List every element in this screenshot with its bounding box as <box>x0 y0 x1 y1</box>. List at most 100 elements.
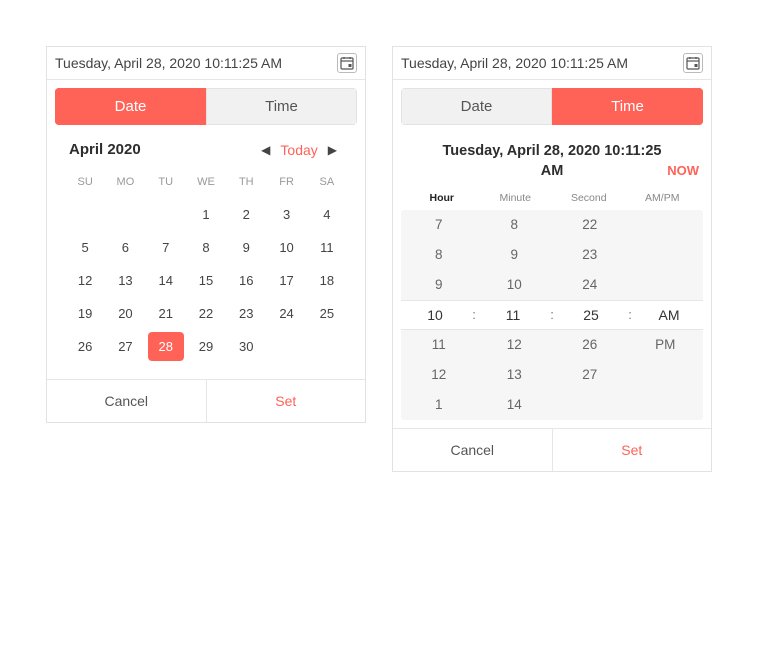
weekday-label: SU <box>65 168 105 198</box>
hour-option[interactable]: 1 <box>435 390 443 420</box>
time-selected-band: 10 : 11 : 25 : AM <box>401 300 703 330</box>
calendar-day[interactable]: 11 <box>307 231 347 264</box>
calendar-empty <box>266 330 306 363</box>
calendar-day[interactable]: 1 <box>186 198 226 231</box>
cancel-button[interactable]: Cancel <box>393 429 553 471</box>
calendar-day[interactable]: 17 <box>266 264 306 297</box>
weekday-label: MO <box>105 168 145 198</box>
calendar-row: 19202122232425 <box>65 297 347 330</box>
calendar-day[interactable]: 22 <box>186 297 226 330</box>
calendar-day[interactable]: 5 <box>65 231 105 264</box>
calendar-day[interactable]: 18 <box>307 264 347 297</box>
col-ampm-label[interactable]: AM/PM <box>626 192 700 204</box>
next-arrow-icon[interactable]: ▶ <box>322 143 343 157</box>
calendar-day[interactable]: 21 <box>146 297 186 330</box>
time-title-line2: AM <box>541 163 564 179</box>
colon-icon: : <box>469 307 479 322</box>
datetime-picker-time: Tuesday, April 28, 2020 10:11:25 AM Date… <box>392 46 712 472</box>
col-second-label[interactable]: Second <box>552 192 626 204</box>
second-option[interactable]: 27 <box>582 360 597 390</box>
header-text: Tuesday, April 28, 2020 10:11:25 AM <box>401 55 683 71</box>
calendar-day[interactable]: 28 <box>148 332 184 361</box>
tab-time[interactable]: Time <box>206 88 357 125</box>
calendar-day[interactable]: 10 <box>266 231 306 264</box>
sel-minute[interactable]: 11 <box>479 307 547 323</box>
colon-icon: : <box>547 307 557 322</box>
time-spinner: 7891011121 891011121314 222324252627 AMP… <box>401 210 703 420</box>
hour-option[interactable]: 11 <box>432 330 446 360</box>
header: Tuesday, April 28, 2020 10:11:25 AM <box>47 47 365 80</box>
month-label: April 2020 <box>69 141 255 158</box>
second-option[interactable]: 26 <box>582 330 597 360</box>
time-title: Tuesday, April 28, 2020 10:11:25 AM <box>405 141 699 182</box>
calendar-day[interactable]: 14 <box>146 264 186 297</box>
prev-arrow-icon[interactable]: ◀ <box>255 143 276 157</box>
tab-time[interactable]: Time <box>552 88 703 125</box>
calendar-day[interactable]: 26 <box>65 330 105 363</box>
header-text: Tuesday, April 28, 2020 10:11:25 AM <box>55 55 337 71</box>
sel-ampm[interactable]: AM <box>635 307 703 323</box>
time-title-row: Tuesday, April 28, 2020 10:11:25 AM NOW <box>393 133 711 182</box>
hour-option[interactable]: 12 <box>431 360 446 390</box>
calendar-day[interactable]: 27 <box>105 330 145 363</box>
minute-option[interactable]: 14 <box>507 390 522 420</box>
set-button[interactable]: Set <box>553 429 712 471</box>
calendar-day[interactable]: 6 <box>105 231 145 264</box>
footer: Cancel Set <box>393 428 711 471</box>
minute-option[interactable]: 10 <box>507 270 522 300</box>
cancel-button[interactable]: Cancel <box>47 380 207 422</box>
today-link[interactable]: Today <box>276 142 321 158</box>
calendar-day[interactable]: 19 <box>65 297 105 330</box>
footer: Cancel Set <box>47 379 365 422</box>
hour-option[interactable]: 7 <box>435 210 443 240</box>
sel-hour[interactable]: 10 <box>401 307 469 323</box>
calendar-day[interactable]: 4 <box>307 198 347 231</box>
calendar-day[interactable]: 30 <box>226 330 266 363</box>
hour-option[interactable]: 8 <box>435 240 443 270</box>
calendar-day[interactable]: 16 <box>226 264 266 297</box>
calendar-day[interactable]: 29 <box>186 330 226 363</box>
weekday-label: SA <box>307 168 347 198</box>
set-button[interactable]: Set <box>207 380 366 422</box>
tab-date[interactable]: Date <box>401 88 552 125</box>
calendar-empty <box>146 198 186 231</box>
calendar-icon[interactable] <box>337 53 357 73</box>
calendar-day[interactable]: 12 <box>65 264 105 297</box>
second-option[interactable]: 23 <box>582 240 597 270</box>
month-nav: April 2020 ◀ Today ▶ <box>47 133 365 162</box>
calendar-day[interactable]: 2 <box>226 198 266 231</box>
col-hour-label[interactable]: Hour <box>405 192 479 204</box>
sel-second[interactable]: 25 <box>557 307 625 323</box>
calendar-day[interactable]: 3 <box>266 198 306 231</box>
second-option[interactable]: 22 <box>582 210 597 240</box>
calendar-day[interactable]: 9 <box>226 231 266 264</box>
tabs: Date Time <box>401 88 703 125</box>
time-columns-header: Hour Minute Second AM/PM <box>393 182 711 210</box>
calendar-icon[interactable] <box>683 53 703 73</box>
calendar-day[interactable]: 24 <box>266 297 306 330</box>
minute-option[interactable]: 9 <box>510 240 518 270</box>
calendar-row: 2627282930 <box>65 330 347 363</box>
calendar-empty <box>65 198 105 231</box>
ampm-option[interactable]: PM <box>655 330 675 360</box>
calendar-day[interactable]: 15 <box>186 264 226 297</box>
now-link[interactable]: NOW <box>667 163 699 178</box>
calendar-grid: SUMOTUWETHFRSA 1234567891011121314151617… <box>47 162 365 379</box>
time-title-line1: Tuesday, April 28, 2020 10:11:25 <box>443 143 662 159</box>
second-option[interactable]: 24 <box>582 270 597 300</box>
calendar-day[interactable]: 25 <box>307 297 347 330</box>
minute-option[interactable]: 8 <box>510 210 518 240</box>
calendar-day[interactable]: 20 <box>105 297 145 330</box>
minute-option[interactable]: 13 <box>507 360 522 390</box>
calendar-day[interactable]: 7 <box>146 231 186 264</box>
calendar-day[interactable]: 13 <box>105 264 145 297</box>
col-minute-label[interactable]: Minute <box>479 192 553 204</box>
weekday-label: FR <box>266 168 306 198</box>
calendar-empty <box>307 330 347 363</box>
colon-icon: : <box>625 307 635 322</box>
minute-option[interactable]: 12 <box>507 330 522 360</box>
tab-date[interactable]: Date <box>55 88 206 125</box>
calendar-day[interactable]: 23 <box>226 297 266 330</box>
calendar-day[interactable]: 8 <box>186 231 226 264</box>
hour-option[interactable]: 9 <box>435 270 443 300</box>
